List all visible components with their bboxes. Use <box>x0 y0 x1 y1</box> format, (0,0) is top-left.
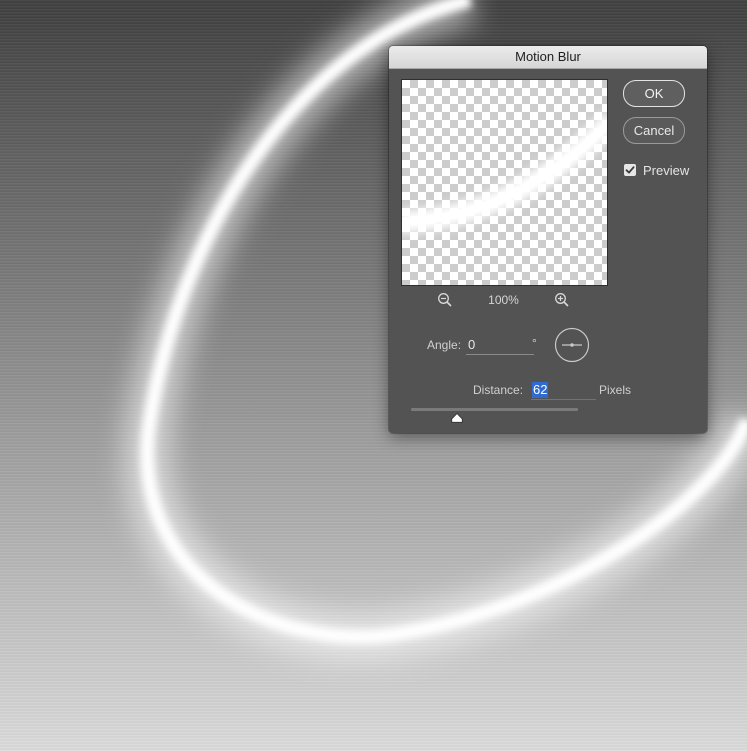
motion-blur-dialog: Motion Blur 100% OK Cancel Preview Angle… <box>389 46 707 433</box>
angle-label: Angle: <box>427 338 462 352</box>
preview-checkbox[interactable] <box>624 164 636 176</box>
distance-input[interactable]: 62 <box>531 380 596 400</box>
zoom-level: 100% <box>488 293 519 307</box>
degree-symbol: ° <box>532 336 537 350</box>
distance-units: Pixels <box>599 383 632 397</box>
filter-preview-pane[interactable] <box>401 79 608 286</box>
dialog-title: Motion Blur <box>389 46 707 69</box>
preview-label: Preview <box>643 163 690 178</box>
ok-button[interactable]: OK <box>623 80 685 107</box>
preview-streak <box>402 112 607 233</box>
cancel-button[interactable]: Cancel <box>623 117 685 144</box>
preview-toggle[interactable]: Preview <box>624 163 704 179</box>
distance-slider-thumb[interactable] <box>451 410 463 423</box>
distance-value: 62 <box>532 382 549 398</box>
angle-dial-icon[interactable] <box>554 327 590 363</box>
distance-slider-track[interactable] <box>411 408 578 411</box>
checkmark-icon <box>625 166 635 174</box>
zoom-in-icon[interactable] <box>554 292 570 308</box>
preview-zoom-controls: 100% <box>401 292 606 310</box>
distance-label: Distance: <box>473 383 524 397</box>
angle-input[interactable] <box>466 334 534 355</box>
